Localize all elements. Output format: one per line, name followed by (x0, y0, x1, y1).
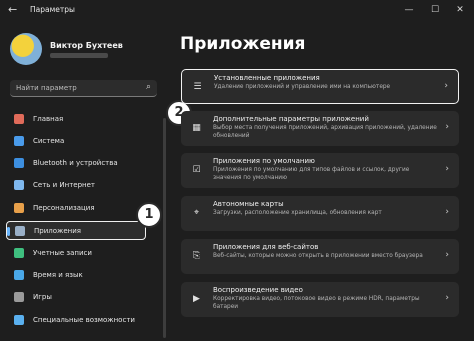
card-description: Веб-сайты, которые можно открыть в прило… (213, 253, 423, 259)
settings-card-1[interactable]: ▦ Дополнительные параметры приложений Выбо… (181, 111, 459, 146)
title-bar: ← Параметры — ☐ ✕ (0, 0, 474, 22)
apps-settings-icon: ▦ (192, 123, 201, 133)
sidebar-item-5[interactable]: Приложения (6, 221, 146, 240)
sidebar-item-label: Система (33, 137, 65, 145)
sidebar-item-8[interactable]: Игры (6, 288, 146, 307)
window-title: Параметры (30, 5, 75, 14)
chevron-right-icon: › (445, 164, 449, 174)
close-button[interactable]: ✕ (449, 2, 471, 18)
sidebar-item-7[interactable]: Время и язык (6, 266, 146, 285)
apps-icon (15, 226, 25, 236)
sidebar-item-6[interactable]: Учетные записи (6, 244, 146, 263)
card-title: Установленные приложения (214, 74, 320, 82)
clock-globe-icon (14, 270, 24, 280)
sidebar-item-label: Игры (33, 293, 52, 301)
card-title: Автономные карты (213, 200, 284, 208)
minimize-button[interactable]: — (398, 2, 420, 18)
chevron-right-icon: › (445, 122, 449, 132)
card-description: Загрузки, расположение хранилища, обновл… (213, 210, 382, 216)
card-title: Воспроизведение видео (213, 286, 303, 294)
sidebar-item-label: Bluetooth и устройства (33, 159, 118, 167)
sidebar-item-label: Время и язык (33, 271, 83, 279)
account-icon (14, 248, 24, 258)
card-title: Дополнительные параметры приложений (213, 115, 369, 123)
gamepad-icon (14, 292, 24, 302)
step-badge-1: 1 (136, 202, 162, 228)
active-indicator (7, 227, 10, 236)
avatar[interactable] (10, 33, 42, 65)
search-placeholder: Найти параметр (16, 84, 77, 92)
network-icon (14, 180, 24, 190)
sidebar-scrollbar[interactable] (163, 118, 166, 338)
map-icon: ⌖ (193, 208, 200, 218)
sidebar-item-4[interactable]: Персонализация (6, 199, 146, 218)
sidebar-item-label: Главная (33, 115, 64, 123)
search-icon: ⌕ (145, 82, 151, 92)
bluetooth-icon (14, 158, 24, 168)
sidebar-item-0[interactable]: Главная (6, 110, 146, 129)
card-description: Выбор места получения приложений, архива… (213, 125, 437, 139)
sidebar-item-1[interactable]: Система (6, 132, 146, 151)
card-title: Приложения для веб-сайтов (213, 243, 319, 251)
settings-card-4[interactable]: ⎘ Приложения для веб-сайтов Веб-сайты, кот… (181, 239, 459, 274)
sidebar-item-2[interactable]: Bluetooth и устройства (6, 154, 146, 173)
settings-card-5[interactable]: ▶ Воспроизведение видео Корректировка виде… (181, 282, 459, 317)
back-arrow-icon[interactable]: ← (8, 3, 17, 16)
web-apps-icon: ⎘ (192, 251, 201, 261)
chevron-right-icon: › (444, 81, 448, 91)
settings-card-3[interactable]: ⌖ Автономные карты Загрузки, расположение … (181, 196, 459, 231)
search-input[interactable]: Найти параметр ⌕ (10, 80, 157, 97)
sidebar-item-label: Персонализация (33, 204, 95, 212)
page-title: Приложения (180, 34, 306, 54)
maximize-button[interactable]: ☐ (424, 2, 446, 18)
default-apps-icon: ☑ (192, 165, 201, 175)
chevron-right-icon: › (445, 293, 449, 303)
card-description: Приложения по умолчанию для типов файлов… (213, 167, 410, 181)
settings-card-0[interactable]: ☰ Установленные приложения Удаление прилож… (181, 69, 459, 104)
settings-card-2[interactable]: ☑ Приложения по умолчанию Приложения по ум… (181, 153, 459, 188)
list-icon: ☰ (193, 82, 202, 92)
accessibility-icon (14, 315, 24, 325)
brush-icon (14, 203, 24, 213)
user-name: Виктор Бухтеев (50, 41, 123, 50)
sidebar-item-9[interactable]: Специальные возможности (6, 311, 146, 330)
sidebar-item-label: Специальные возможности (33, 316, 135, 324)
chevron-right-icon: › (445, 250, 449, 260)
video-icon: ▶ (193, 294, 200, 304)
system-icon (14, 136, 24, 146)
sidebar-item-label: Сеть и Интернет (33, 181, 95, 189)
user-email-redacted (50, 53, 108, 58)
home-icon (14, 114, 24, 124)
chevron-right-icon: › (445, 207, 449, 217)
sidebar-item-3[interactable]: Сеть и Интернет (6, 176, 146, 195)
card-description: Корректировка видео, потоковое видео в р… (213, 296, 420, 310)
card-title: Приложения по умолчанию (213, 157, 315, 165)
card-description: Удаление приложений и управление ими на … (214, 84, 391, 90)
sidebar-item-label: Приложения (34, 227, 81, 235)
sidebar-item-label: Учетные записи (33, 249, 92, 257)
